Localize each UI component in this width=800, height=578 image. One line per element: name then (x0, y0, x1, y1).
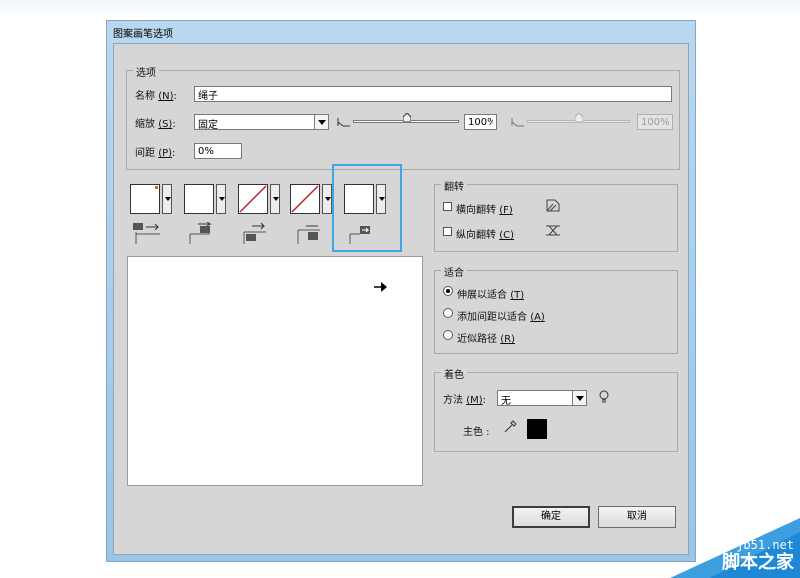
none-tile-icon (239, 185, 267, 213)
name-label-colon: : (173, 91, 177, 102)
fit-stretch-key: (T) (510, 290, 525, 301)
scale-label: 缩放 (S): (135, 115, 176, 130)
flip-along-label: 纵向翻转 (C) (456, 226, 514, 241)
scale-method-value: 固定 (198, 120, 218, 131)
spacing-label-key: (P) (158, 148, 173, 159)
spacing-label: 间距 (P): (135, 144, 175, 159)
fit-stretch-radio[interactable] (443, 286, 453, 296)
method-label-key: (M) (466, 395, 483, 406)
start-tile-dropdown[interactable] (322, 184, 332, 214)
fit-add-space-key: (A) (530, 312, 545, 323)
scale-label-colon: : (172, 119, 176, 130)
spacing-input[interactable] (194, 143, 242, 159)
fit-group: 适合 伸展以适合 (T) 添加间距以适合 (A) 近似路径 (R) (434, 264, 678, 354)
fit-approximate-label: 近似路径 (R) (457, 330, 515, 345)
ok-button[interactable]: 确定 (512, 506, 590, 528)
flip-across-label: 横向翻转 (F) (456, 201, 513, 216)
flip-across-icon (546, 199, 560, 212)
chevron-down-icon[interactable] (572, 391, 586, 405)
flip-along-key: (C) (499, 230, 514, 241)
method-label: 方法 (M): (443, 391, 486, 406)
inner-corner-tile-icon (243, 222, 266, 244)
side-tile-icon (133, 223, 160, 244)
scale-label-text: 缩放 (135, 119, 155, 130)
name-input[interactable] (194, 86, 672, 102)
scale-label-key: (S) (158, 119, 173, 130)
start-tile-icon (297, 225, 320, 244)
dialog-client-area: 选项 名称 (N): 缩放 (S): 固定 (113, 43, 689, 555)
scale-slider-1-thumb[interactable] (403, 113, 411, 122)
fit-approximate-radio[interactable] (443, 330, 453, 340)
fit-stretch-label: 伸展以适合 (T) (457, 286, 524, 301)
dialog-title: 图案画笔选项 (113, 29, 173, 40)
flip-group: 翻转 横向翻转 (F) 纵向翻转 (C) (434, 178, 678, 252)
preview-area (127, 256, 423, 486)
flip-along-icon (546, 225, 560, 236)
key-color-swatch[interactable] (527, 419, 547, 439)
outer-corner-tile-dropdown[interactable] (216, 184, 226, 214)
scale-method-select[interactable]: 固定 (194, 114, 329, 131)
pattern-brush-options-dialog: 图案画笔选项 选项 名称 (N): 缩放 (S): 固定 (106, 20, 696, 562)
fit-stretch-text: 伸展以适合 (457, 290, 507, 301)
spacing-label-text: 间距 (135, 148, 155, 159)
title-bar[interactable]: 图案画笔选项 (107, 21, 695, 43)
key-color-label: 主色 : (463, 427, 490, 438)
eyedropper-icon[interactable] (503, 420, 517, 434)
colorization-group-label: 着色 (441, 366, 467, 381)
name-label-text: 名称 (135, 91, 155, 102)
outer-corner-tile-swatch[interactable] (184, 184, 214, 214)
method-label-colon: : (482, 395, 486, 406)
fit-group-label: 适合 (441, 264, 467, 279)
name-label-key: (N) (158, 91, 174, 102)
side-tile-corner-mark (155, 186, 158, 189)
flip-across-key: (F) (499, 205, 513, 216)
flip-across-text: 横向翻转 (456, 205, 496, 216)
start-tile-swatch[interactable] (290, 184, 320, 214)
colorization-method-value: 无 (501, 396, 511, 407)
scale-value-2-input (637, 114, 673, 130)
lightbulb-tips-icon[interactable] (599, 390, 609, 404)
flip-group-label: 翻转 (441, 178, 467, 193)
colorization-method-select[interactable]: 无 (497, 390, 587, 407)
options-group-label: 选项 (133, 64, 159, 79)
outer-corner-tile-icon (189, 222, 212, 244)
arrow-right-icon (374, 282, 387, 292)
spacing-label-colon: : (172, 148, 176, 159)
method-label-text: 方法 (443, 395, 463, 406)
inner-corner-tile-dropdown[interactable] (270, 184, 280, 214)
fit-add-space-text: 添加间距以适合 (457, 312, 527, 323)
fit-add-space-radio[interactable] (443, 308, 453, 318)
options-group: 选项 名称 (N): 缩放 (S): 固定 (126, 64, 680, 170)
scale-value-1-input[interactable] (464, 114, 497, 130)
fit-add-space-label: 添加间距以适合 (A) (457, 308, 545, 323)
flip-along-checkbox[interactable] (443, 227, 452, 236)
inner-corner-tile-swatch[interactable] (238, 184, 268, 214)
chevron-down-icon[interactable] (314, 115, 328, 129)
watermark-site-name: 脚本之家 (722, 552, 794, 573)
side-tile-swatch[interactable] (130, 184, 160, 214)
colorization-group: 着色 方法 (M): 无 主色 : (434, 366, 678, 452)
flip-across-checkbox[interactable] (443, 202, 452, 211)
slider-small-icon (337, 118, 350, 127)
scale-slider-2-thumb (575, 113, 583, 122)
side-tile-dropdown[interactable] (162, 184, 172, 214)
name-label: 名称 (N): (135, 87, 177, 102)
slider-large-icon (511, 118, 524, 127)
desktop-top-strip (0, 0, 800, 20)
flip-along-text: 纵向翻转 (456, 230, 496, 241)
none-tile-icon (291, 185, 319, 213)
cancel-button[interactable]: 取消 (598, 506, 676, 528)
fit-approximate-key: (R) (500, 334, 515, 345)
end-tile-icon (349, 226, 370, 244)
fit-approximate-text: 近似路径 (457, 334, 497, 345)
